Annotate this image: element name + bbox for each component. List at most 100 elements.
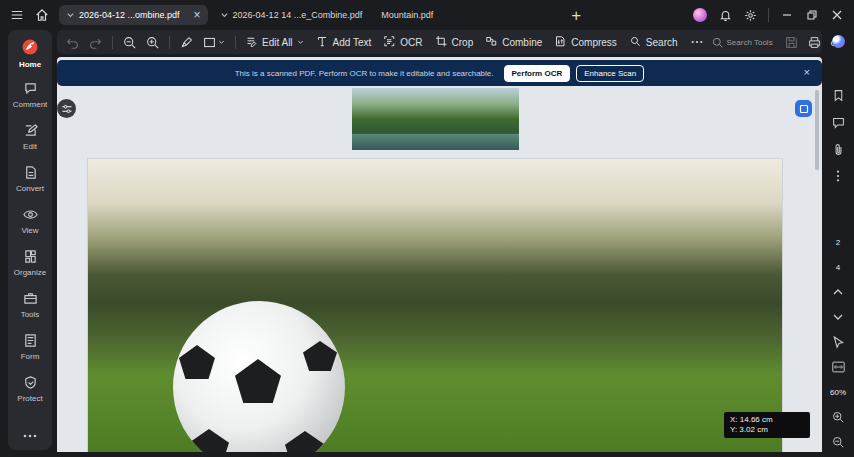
convert-sidebar-item[interactable]: Convert xyxy=(8,158,52,200)
rectangle-icon[interactable] xyxy=(199,32,229,53)
file-tab[interactable]: 2026-04-12 ...ombine.pdf × xyxy=(59,5,208,25)
zoom-out-icon[interactable] xyxy=(827,431,849,453)
comment-sidebar-item[interactable]: Comment xyxy=(8,74,52,116)
toolbar: Edit AllAdd TextOCRCropCombineCompressSe… xyxy=(57,30,822,54)
home-sidebar-item[interactable]: Home xyxy=(8,32,52,74)
add-text-button[interactable]: Add Text xyxy=(313,32,376,53)
organize-sidebar-item[interactable]: Organize xyxy=(8,242,52,284)
tools-icon xyxy=(23,291,38,306)
comment-icon[interactable] xyxy=(827,111,849,133)
zoom-level[interactable]: 60% xyxy=(830,381,846,403)
banner-close-button[interactable]: × xyxy=(804,66,810,78)
pdf-editor-window: 2026-04-12 ...ombine.pdf × 2026-04-12 14 .… xyxy=(0,0,854,457)
crop-icon xyxy=(436,36,448,48)
redo-icon[interactable] xyxy=(85,32,106,53)
tools-sidebar-item[interactable]: Tools xyxy=(8,284,52,326)
sidebar-label: Form xyxy=(21,352,40,361)
filter-icon[interactable] xyxy=(57,99,76,118)
thumbnail-panel-icon[interactable] xyxy=(795,100,812,117)
ai-assistant-icon[interactable] xyxy=(832,35,845,48)
cursor-icon[interactable] xyxy=(827,331,849,353)
zoom-out-icon[interactable] xyxy=(119,32,140,53)
enhance-scan-button[interactable]: Enhance Scan xyxy=(576,65,644,82)
minimize-icon[interactable] xyxy=(776,4,798,26)
save-icon[interactable] xyxy=(781,32,802,53)
sidebar-label: Organize xyxy=(14,268,46,277)
sidebar-label: Tools xyxy=(21,310,40,319)
sidebar-label: Convert xyxy=(16,184,44,193)
page-up-icon[interactable] xyxy=(827,281,849,303)
crop-button[interactable]: Crop xyxy=(432,32,478,53)
tab-strip: 2026-04-12 ...ombine.pdf × 2026-04-12 14 .… xyxy=(59,5,440,25)
edit-all-button[interactable]: Edit All xyxy=(242,32,308,53)
add-text-icon xyxy=(317,36,329,48)
form-sidebar-item[interactable]: Form xyxy=(8,326,52,368)
document-view: This is a scanned PDF. Perform OCR to ma… xyxy=(57,57,822,452)
print-icon[interactable] xyxy=(804,32,825,53)
compress-button[interactable]: Compress xyxy=(551,32,621,53)
protect-icon xyxy=(23,375,38,390)
undo-icon[interactable] xyxy=(62,32,83,53)
close-window-icon[interactable] xyxy=(826,4,848,26)
right-rail: 2 4 60% xyxy=(822,30,854,457)
sidebar-label: Edit xyxy=(23,142,37,151)
mountain-image xyxy=(352,88,519,150)
chevron-icon xyxy=(66,11,75,20)
combine-icon xyxy=(486,36,498,48)
search-tools-field[interactable]: Search Tools xyxy=(712,37,773,48)
sidebar: Home Comment Edit Convert View Organize Tools F… xyxy=(8,30,52,450)
perform-ocr-button[interactable]: Perform OCR xyxy=(504,65,571,82)
banner-message: This is a scanned PDF. Perform OCR to ma… xyxy=(235,69,494,78)
search-icon xyxy=(630,36,642,48)
view-icon xyxy=(23,207,38,222)
avatar-icon[interactable] xyxy=(693,8,707,22)
highlighter-icon[interactable] xyxy=(176,32,197,53)
combine-button[interactable]: Combine xyxy=(482,32,546,53)
edit-icon xyxy=(23,123,38,138)
page-number[interactable]: 2 xyxy=(836,231,840,253)
bell-icon[interactable] xyxy=(714,4,736,26)
page-number[interactable]: 4 xyxy=(836,256,840,278)
page-column xyxy=(87,86,783,452)
compress-icon xyxy=(555,36,567,48)
ocr-button[interactable]: OCR xyxy=(380,32,426,53)
tab-label: 2026-04-12 ...ombine.pdf xyxy=(79,10,180,20)
edit-sidebar-item[interactable]: Edit xyxy=(8,116,52,158)
bookmark-icon[interactable] xyxy=(827,84,849,106)
edit-all-icon xyxy=(246,36,258,48)
page-down-icon[interactable] xyxy=(827,306,849,328)
more-icon[interactable] xyxy=(827,165,849,187)
protect-sidebar-item[interactable]: Protect xyxy=(8,368,52,410)
menu-icon[interactable] xyxy=(6,4,28,26)
fit-page-icon[interactable] xyxy=(827,356,849,378)
zoom-in-icon[interactable] xyxy=(142,32,163,53)
home-logo-icon xyxy=(21,38,39,56)
restore-icon[interactable] xyxy=(801,4,823,26)
organize-icon xyxy=(23,249,38,264)
tab-label: 2026-04-12 14 ...e_Combine.pdf xyxy=(233,10,363,20)
pdf-page xyxy=(87,158,783,452)
soccer-ball xyxy=(173,301,345,452)
ocr-banner: This is a scanned PDF. Perform OCR to ma… xyxy=(57,60,822,86)
file-tab[interactable]: 2026-04-12 14 ...e_Combine.pdf xyxy=(213,6,370,24)
convert-icon xyxy=(23,165,38,180)
home-icon[interactable] xyxy=(31,4,53,26)
view-sidebar-item[interactable]: View xyxy=(8,200,52,242)
file-tab[interactable]: Mountain.pdf xyxy=(374,6,440,24)
dropdown-caret-icon xyxy=(297,39,304,46)
form-icon xyxy=(23,333,38,348)
zoom-in-icon[interactable] xyxy=(827,406,849,428)
sidebar-label: Protect xyxy=(17,394,42,403)
search-button[interactable]: Search xyxy=(626,32,682,53)
more-tools-icon[interactable] xyxy=(687,32,708,53)
more-icon[interactable] xyxy=(23,434,37,438)
share-icon[interactable] xyxy=(850,32,854,53)
attachment-icon[interactable] xyxy=(827,138,849,160)
gear-icon[interactable] xyxy=(739,4,761,26)
tab-label: Mountain.pdf xyxy=(381,10,433,20)
scrollbar[interactable] xyxy=(815,90,819,170)
sidebar-label: Comment xyxy=(13,100,48,109)
new-tab-button[interactable]: + xyxy=(565,7,587,24)
comment-icon xyxy=(23,81,38,96)
tab-close-button[interactable]: × xyxy=(194,9,201,21)
